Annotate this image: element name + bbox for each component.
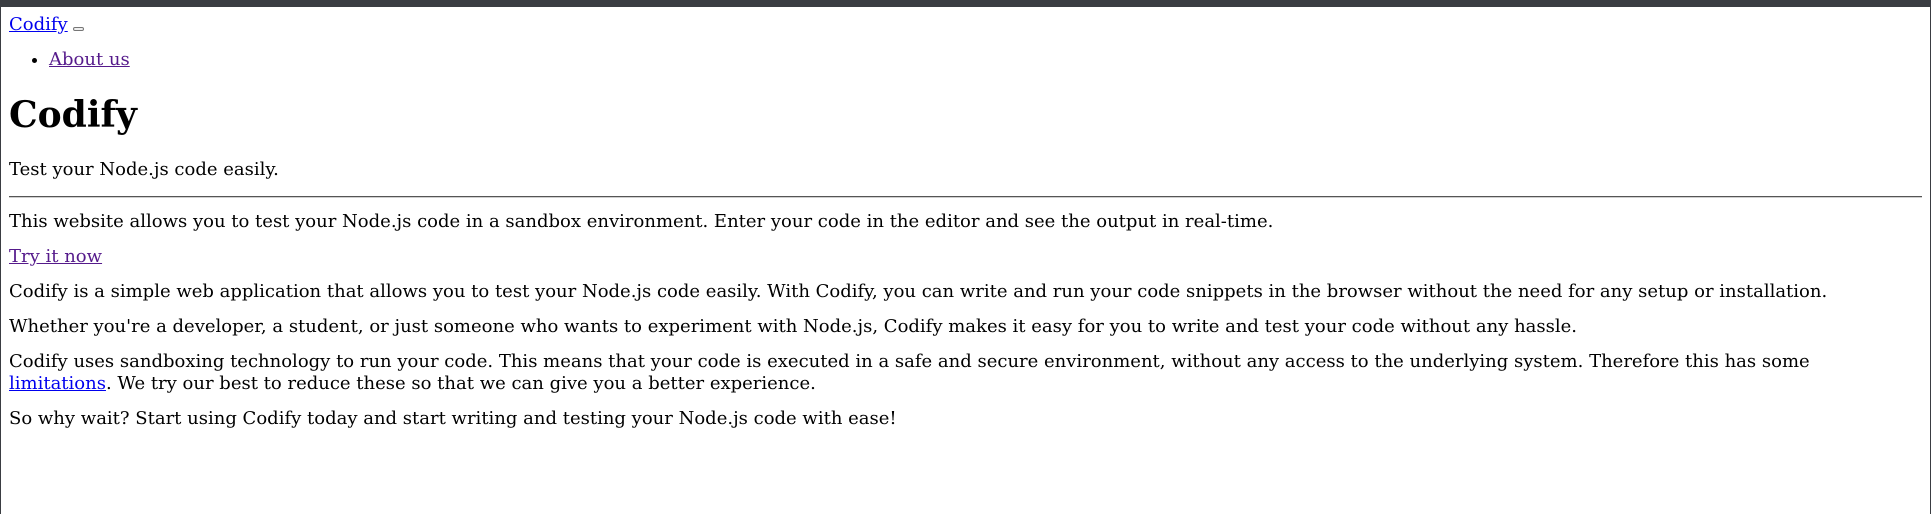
nav-list: About us (9, 48, 1922, 72)
about-paragraph-4: So why wait? Start using Codify today an… (9, 408, 897, 429)
page-title: Codify (9, 94, 137, 136)
browser-viewport: Codify About us Codify Test your Node.js… (0, 0, 1931, 514)
about-paragraph-3: Codify uses sandboxing technology to run… (9, 351, 1922, 395)
about-paragraph-1: Codify is a simple web application that … (9, 281, 1828, 302)
divider (9, 196, 1922, 198)
nav-item-about: About us (49, 48, 1922, 72)
hero-subtitle: Test your Node.js code easily. (9, 159, 279, 180)
cta-container: Try it now (9, 246, 1922, 268)
try-it-now-link[interactable]: Try it now (9, 246, 102, 267)
about-us-link[interactable]: About us (49, 49, 130, 70)
about-paragraph-2: Whether you're a developer, a student, o… (9, 316, 1577, 337)
page-content: Codify About us Codify Test your Node.js… (9, 13, 1922, 430)
limitations-link[interactable]: limitations (9, 373, 106, 394)
hero-description: This website allows you to test your Nod… (9, 211, 1274, 232)
about-paragraph-3-text-start: Codify uses sandboxing technology to run… (9, 351, 1810, 372)
navbar-toggler-button[interactable] (72, 27, 84, 31)
about-paragraph-3-text-end: . We try our best to reduce these so tha… (105, 373, 816, 394)
brand-link[interactable]: Codify (9, 13, 68, 37)
navbar: Codify (9, 13, 1922, 37)
